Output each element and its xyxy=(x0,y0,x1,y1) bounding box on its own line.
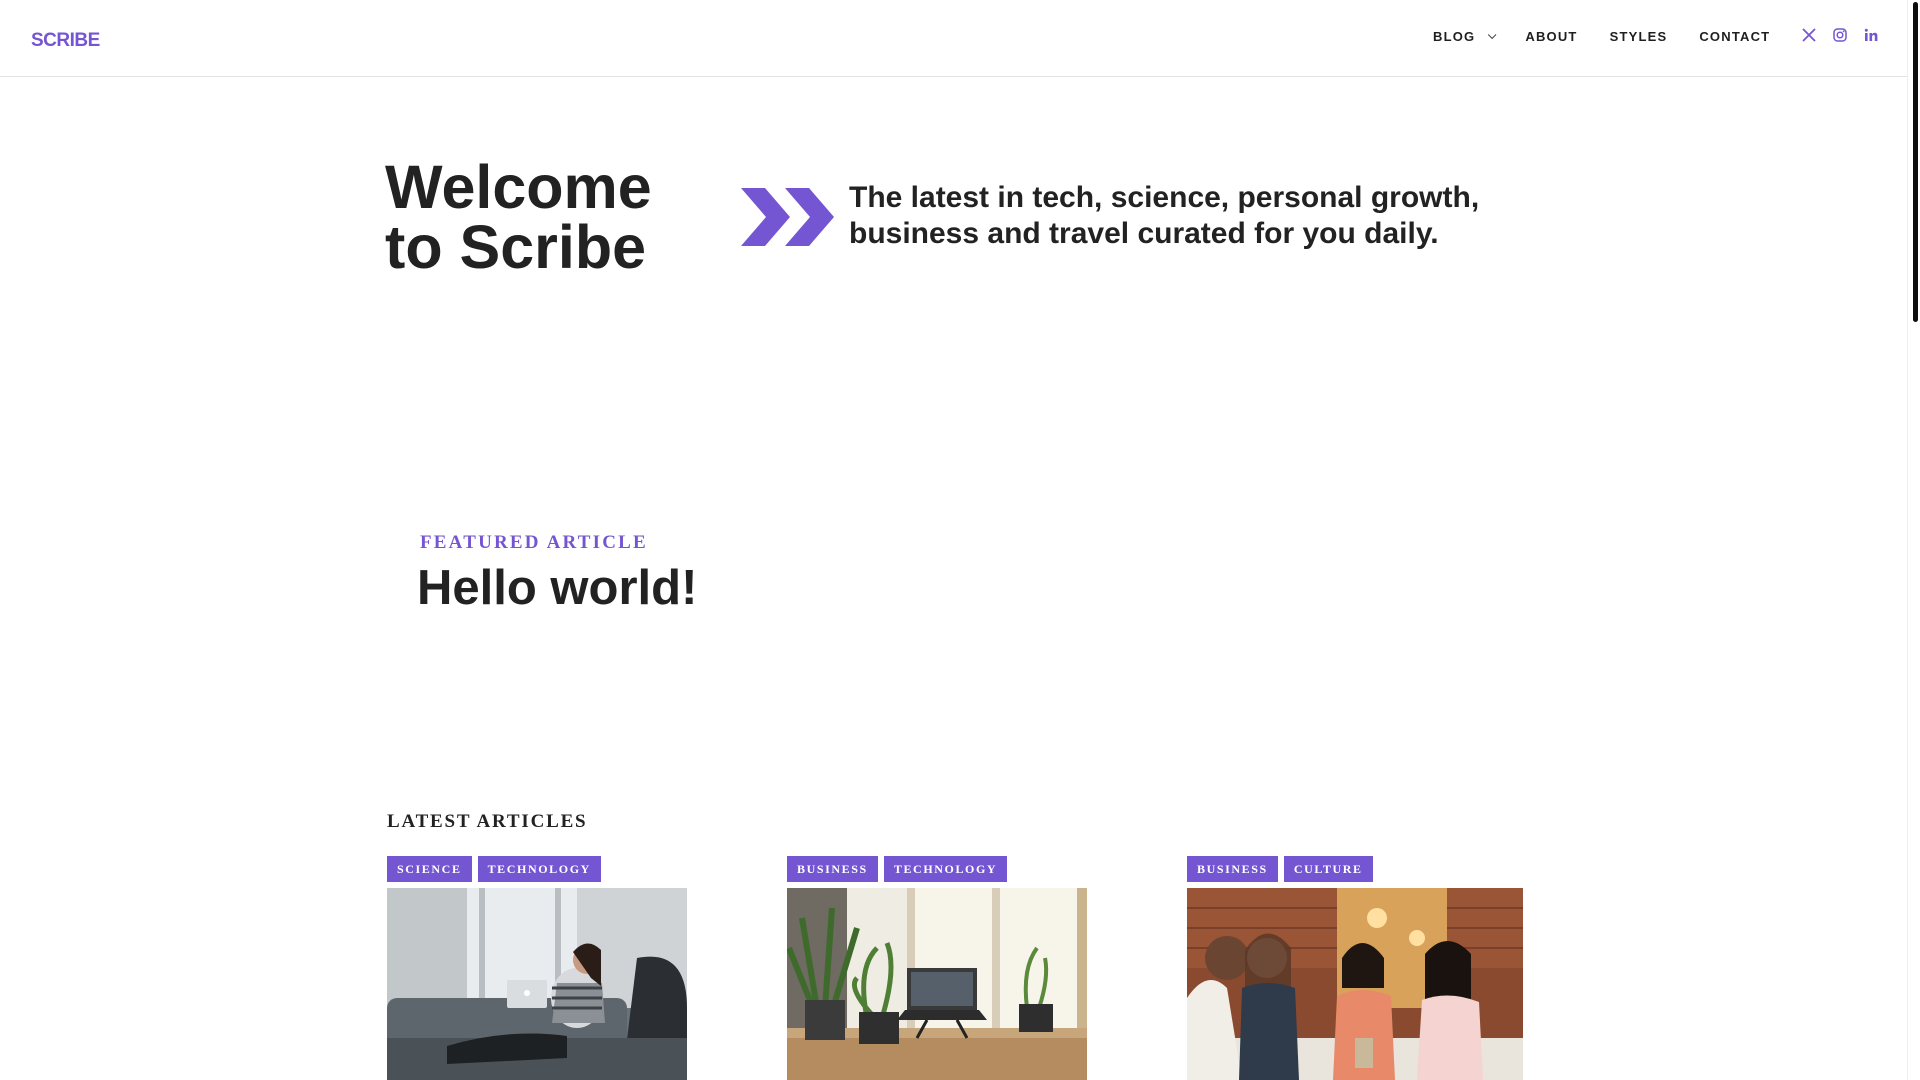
hero-title-line: Welcome xyxy=(385,153,652,221)
nav-item-about[interactable]: ABOUT xyxy=(1525,29,1577,44)
linkedin-icon[interactable] xyxy=(1862,26,1880,44)
category-tag[interactable]: BUSINESS xyxy=(787,856,878,882)
woman-with-laptop-on-couch-photo xyxy=(387,888,687,1080)
nav-item-label: BLOG xyxy=(1433,29,1476,44)
hero-tagline-line: The latest in tech, science, personal gr… xyxy=(849,181,1480,214)
hero-title-line: to Scribe xyxy=(385,213,647,281)
scrollbar-thumb[interactable] xyxy=(1913,2,1918,322)
tag-list: BUSINESS TECHNOLOGY xyxy=(787,856,1087,882)
nav-item-blog[interactable]: BLOG xyxy=(1433,29,1497,44)
site-header: SCRIBE BLOG ABOUT STYLES CONTACT xyxy=(0,0,1907,77)
nav-item-label: CONTACT xyxy=(1699,29,1771,44)
nav-item-styles[interactable]: STYLES xyxy=(1610,29,1668,44)
article-thumbnail[interactable] xyxy=(1187,888,1523,1080)
hero-title: Welcome to Scribe xyxy=(385,157,705,278)
category-tag[interactable]: CULTURE xyxy=(1283,856,1373,882)
article-card: BUSINESS TECHNOLOGY xyxy=(787,856,1087,1080)
social-links xyxy=(1800,26,1893,44)
category-tag[interactable]: TECHNOLOGY xyxy=(477,856,601,882)
category-tag[interactable]: SCIENCE xyxy=(387,856,472,882)
category-tag[interactable]: TECHNOLOGY xyxy=(883,856,1008,882)
hero-tagline: The latest in tech, science, personal gr… xyxy=(849,180,1549,252)
article-card: BUSINESS CULTURE xyxy=(1187,856,1523,1080)
instagram-icon[interactable] xyxy=(1831,26,1849,44)
site-logo[interactable]: SCRIBE xyxy=(31,30,100,52)
featured-label: FEATURED ARTICLE xyxy=(420,532,648,553)
double-chevron-icon xyxy=(741,188,834,246)
nav-item-label: ABOUT xyxy=(1525,29,1578,44)
hero-tagline-line: business and travel curated for you dail… xyxy=(849,217,1439,250)
main-nav: BLOG ABOUT STYLES CONTACT xyxy=(1433,29,1802,44)
x-icon[interactable] xyxy=(1800,26,1818,44)
tag-list: BUSINESS CULTURE xyxy=(1187,856,1523,882)
nav-item-contact[interactable]: CONTACT xyxy=(1699,29,1770,44)
chevron-down-icon xyxy=(1488,30,1497,39)
article-card: SCIENCE TECHNOLOGY xyxy=(387,856,687,1080)
women-talking-in-cafe-photo xyxy=(1187,888,1523,1080)
nav-item-label: STYLES xyxy=(1609,29,1668,44)
desk-with-plants-and-laptop-photo xyxy=(787,888,1087,1080)
article-thumbnail[interactable] xyxy=(387,888,687,1080)
article-thumbnail[interactable] xyxy=(787,888,1087,1080)
featured-article-title[interactable]: Hello world! xyxy=(417,560,697,616)
tag-list: SCIENCE TECHNOLOGY xyxy=(387,856,687,882)
latest-articles-heading: LATEST ARTICLES xyxy=(387,811,588,832)
category-tag[interactable]: BUSINESS xyxy=(1187,856,1278,882)
page: SCRIBE BLOG ABOUT STYLES CONTACT Welcome… xyxy=(0,0,1920,1080)
